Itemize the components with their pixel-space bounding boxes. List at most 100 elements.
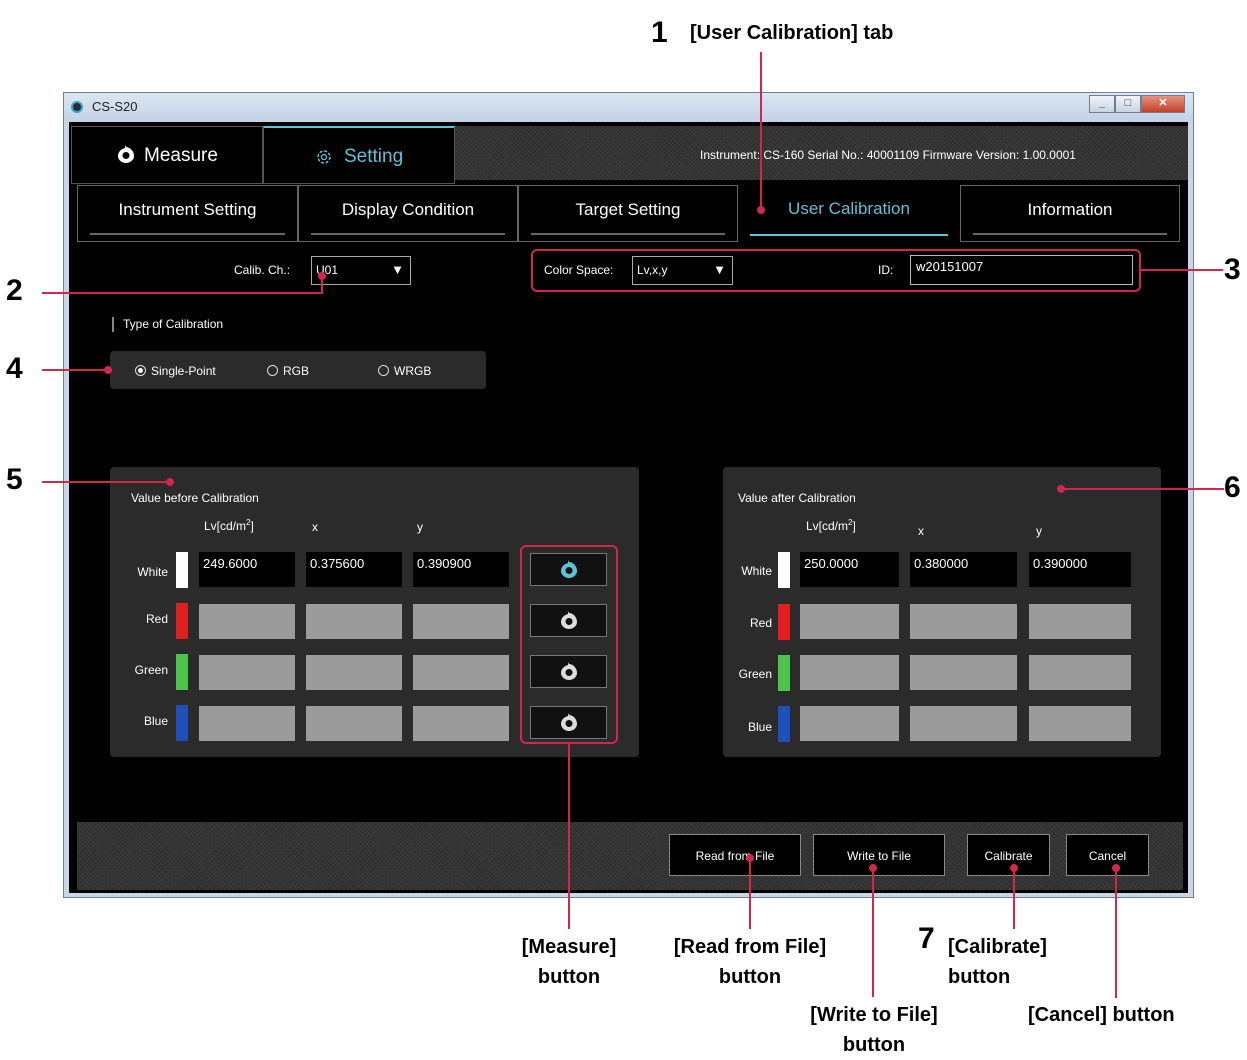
note-line: button [842,1034,906,1056]
calibrate-button[interactable]: Calibrate [967,834,1050,876]
green-swatch [778,655,790,691]
radio-wrgb[interactable]: WRGB [378,364,431,378]
after-row-blue-label: Blue [747,720,772,734]
callout-line [872,868,874,997]
after-green-y [1029,655,1131,690]
tab-user-calibration[interactable]: User Calibration [738,185,960,242]
cancel-button[interactable]: Cancel [1066,834,1149,876]
instrument-info: Instrument: CS-160 Serial No.: 40001109 … [700,148,1076,162]
tab-setting[interactable]: Setting [263,126,455,184]
radio-single-point[interactable]: Single-Point [135,364,216,378]
note-line: [Calibrate] [948,936,1047,958]
before-row-red-label: Red [145,612,168,626]
radio-selected-icon [135,365,146,376]
callout-line [1013,868,1015,929]
cancel-button-note: [Cancel] button [1028,1004,1175,1026]
callout-number-4: 4 [6,352,23,385]
after-title: Value after Calibration [738,491,856,505]
after-blue-x [910,706,1017,741]
maximize-icon[interactable]: □ [1115,95,1141,113]
white-swatch [778,552,790,588]
title-bar[interactable]: CS-S20 _ □ ✕ [64,93,1193,121]
col-lv-end: ] [250,519,254,533]
tab-information[interactable]: Information [960,185,1180,242]
after-row-red-label: Red [749,616,772,630]
callout-number-5: 5 [6,463,23,496]
after-red-y [1029,604,1131,639]
before-red-lv [199,604,295,639]
blue-swatch [778,706,790,742]
before-green-lv [199,655,295,690]
before-row-blue-label: Blue [143,714,168,728]
calib-ch-select[interactable]: U01 ▼ [311,256,411,285]
before-col-x: x [312,520,318,534]
col-lv-end: ] [852,519,856,533]
callout-number-7: 7 [918,922,935,955]
after-row-green-label: Green [738,667,772,681]
tab-label: Display Condition [341,200,475,219]
calibration-type-heading: Type of Calibration [123,317,224,331]
tab-instrument-setting[interactable]: Instrument Setting [77,185,298,242]
after-col-y: y [1036,524,1042,538]
callout-line [42,481,170,483]
minimize-icon[interactable]: _ [1089,95,1115,113]
window-controls: _ □ ✕ [1089,95,1185,113]
radio-label: Single-Point [151,364,216,378]
measure-button-note: [Measure] button [498,932,640,992]
tab-measure-label: Measure [144,145,218,166]
callout-line [568,744,570,929]
note-line: button [718,966,782,988]
after-col-lv: Lv[cd/m2] [806,518,856,533]
section-marker [112,317,114,332]
before-blue-lv [199,706,295,741]
callout-line [42,369,108,371]
tab-label: Information [1027,200,1113,219]
note-line: [Write to File] [810,1004,938,1026]
close-icon[interactable]: ✕ [1141,95,1185,113]
callout-1-text: [User Calibration] tab [690,22,894,44]
write-to-file-button[interactable]: Write to File [813,834,945,876]
before-red-y [413,604,509,639]
tab-measure[interactable]: Measure [71,126,263,184]
callout-dot [757,206,765,214]
read-from-file-button[interactable]: Read from File [669,834,801,876]
tab-target-setting[interactable]: Target Setting [518,185,738,242]
callout-dot [166,478,174,486]
after-white-x: 0.380000 [910,552,1017,587]
before-row-green-label: Green [134,663,168,677]
radio-rgb[interactable]: RGB [267,364,309,378]
before-red-x [306,604,402,639]
measure-drop-icon [118,145,134,163]
before-title: Value before Calibration [131,491,259,505]
after-col-x: x [918,524,924,538]
before-blue-y [413,706,509,741]
write-button-note: [Write to File] button [786,1000,962,1060]
tab-label: User Calibration [788,199,910,218]
after-row-white-label: White [741,564,772,578]
col-lv-text: Lv[cd/m [204,519,247,533]
callout-line [1115,868,1117,998]
before-green-x [306,655,402,690]
after-white-lv: 250.0000 [800,552,899,587]
tab-label: Instrument Setting [118,200,257,219]
callout-number-6: 6 [1224,471,1241,504]
callout-dot [104,366,112,374]
note-line: [Measure] [521,936,617,958]
callout-line [1062,488,1224,490]
callout-line [42,292,323,294]
blue-swatch [176,705,188,741]
before-green-y [413,655,509,690]
after-red-x [910,604,1017,639]
callout-line [749,858,751,929]
callout-box-measure [520,545,618,744]
after-blue-lv [800,706,899,741]
after-red-lv [800,604,899,639]
radio-label: WRGB [394,364,432,378]
callout-number-3: 3 [1224,253,1241,286]
green-swatch [176,654,188,690]
calibrate-button-note: [Calibrate] button [948,932,1047,992]
radio-label: RGB [283,364,310,378]
window-title: CS-S20 [92,99,138,114]
after-green-lv [800,655,899,690]
tab-display-condition[interactable]: Display Condition [298,185,518,242]
